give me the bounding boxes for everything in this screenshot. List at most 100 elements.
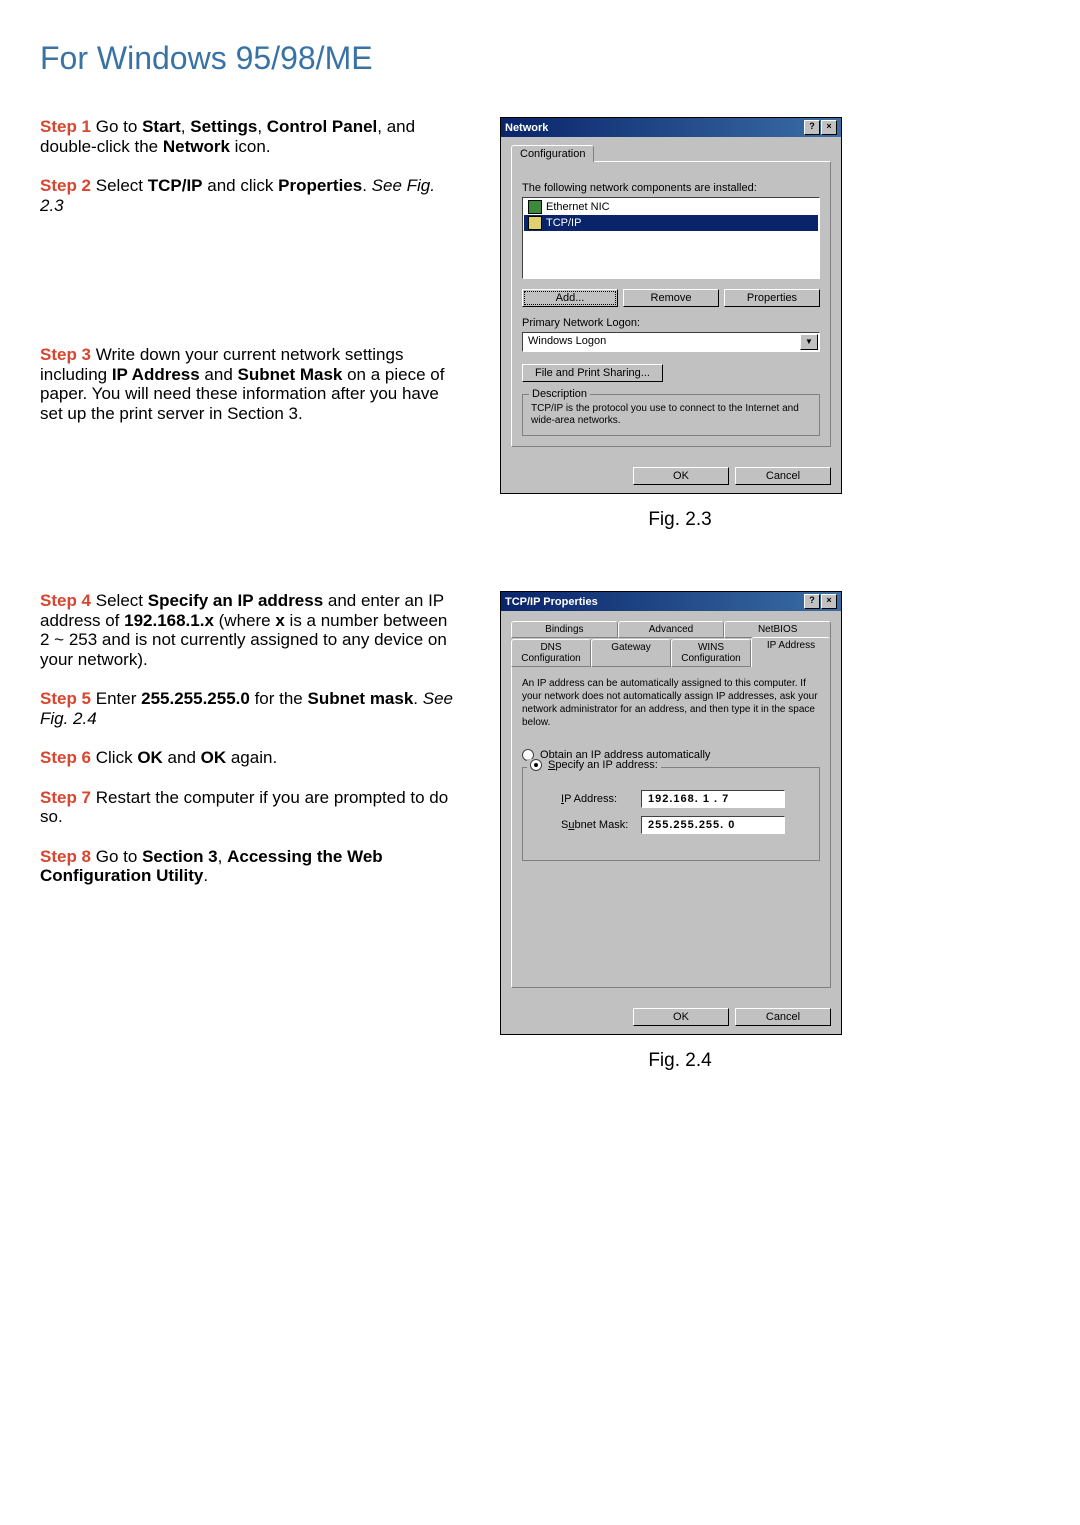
- specify-group: Specify an IP address: IP Address: 192.1…: [522, 767, 820, 861]
- network-dialog: Network ? × Configuration The following …: [500, 117, 842, 494]
- remove-button[interactable]: Remove: [623, 289, 719, 307]
- step-2: Step 2 Select TCP/IP and click Propertie…: [40, 176, 460, 215]
- b: TCP/IP: [148, 176, 203, 195]
- t: Select: [91, 176, 148, 195]
- section-top: Step 1 Go to Start, Settings, Control Pa…: [40, 117, 1040, 531]
- t: and click: [203, 176, 279, 195]
- t: Go to: [91, 117, 142, 136]
- file-print-sharing-button[interactable]: File and Print Sharing...: [522, 364, 663, 382]
- cancel-button[interactable]: Cancel: [735, 467, 831, 485]
- logon-value: Windows Logon: [524, 334, 800, 350]
- b: Start: [142, 117, 181, 136]
- list-item[interactable]: TCP/IP: [524, 215, 818, 231]
- step-6: Step 6 Click OK and OK again.: [40, 748, 460, 768]
- t: Select: [91, 591, 148, 610]
- subnet-mask-label: Subnet Mask:: [561, 819, 631, 831]
- t: Restart the computer if you are prompted…: [40, 788, 448, 827]
- radio-icon: [530, 759, 542, 771]
- b: OK: [137, 748, 163, 767]
- step-5-label: Step 5: [40, 689, 91, 708]
- t: icon.: [230, 137, 271, 156]
- left-column-2: Step 4 Select Specify an IP address and …: [40, 591, 460, 1072]
- b: IP Address: [112, 365, 200, 384]
- t: .: [203, 866, 208, 885]
- tab-gateway[interactable]: Gateway: [591, 639, 671, 667]
- t: .: [362, 176, 371, 195]
- description-legend: Description: [529, 388, 590, 400]
- t: Enter: [91, 689, 141, 708]
- step-7-label: Step 7: [40, 788, 91, 807]
- right-column-1: Network ? × Configuration The following …: [500, 117, 860, 531]
- tcp-icon: [528, 216, 542, 230]
- description-group: Description TCP/IP is the protocol you u…: [522, 394, 820, 436]
- help-button[interactable]: ?: [804, 594, 820, 609]
- logon-label: Primary Network Logon:: [522, 317, 820, 329]
- close-button[interactable]: ×: [821, 594, 837, 609]
- description-text: TCP/IP is the protocol you use to connec…: [531, 403, 811, 427]
- subnet-mask-row: Subnet Mask: 255.255.255. 0: [561, 816, 811, 834]
- properties-button[interactable]: Properties: [724, 289, 820, 307]
- tcpip-dialog: TCP/IP Properties ? × Bindings Advanced …: [500, 591, 842, 1035]
- tab-dns[interactable]: DNS Configuration: [511, 639, 591, 667]
- step-3: Step 3 Write down your current network s…: [40, 345, 460, 423]
- b: Section 3: [142, 847, 218, 866]
- fig-2-4-caption: Fig. 2.4: [500, 1050, 860, 1072]
- close-button[interactable]: ×: [821, 120, 837, 135]
- ok-button[interactable]: OK: [633, 1008, 729, 1026]
- ip-blurb: An IP address can be automatically assig…: [522, 677, 820, 729]
- b: Properties: [278, 176, 362, 195]
- b: Subnet Mask: [238, 365, 343, 384]
- ip-address-input[interactable]: 192.168. 1 . 7: [641, 790, 785, 808]
- step-8: Step 8 Go to Section 3, Accessing the We…: [40, 847, 460, 886]
- step-7: Step 7 Restart the computer if you are p…: [40, 788, 460, 827]
- page-title: For Windows 95/98/ME: [40, 40, 1040, 77]
- step-5: Step 5 Enter 255.255.255.0 for the Subne…: [40, 689, 460, 728]
- t: .: [413, 689, 422, 708]
- t: and: [163, 748, 201, 767]
- dropdown-arrow-icon[interactable]: ▼: [800, 334, 818, 350]
- network-titlebar: Network ? ×: [501, 118, 841, 137]
- tab-bindings[interactable]: Bindings: [511, 621, 618, 638]
- b: Specify an IP address: [148, 591, 323, 610]
- ip-address-row: IP Address: 192.168. 1 . 7: [561, 790, 811, 808]
- right-column-2: TCP/IP Properties ? × Bindings Advanced …: [500, 591, 860, 1072]
- nic-icon: [528, 200, 542, 214]
- b: Settings: [190, 117, 257, 136]
- ok-button[interactable]: OK: [633, 467, 729, 485]
- t: for the: [250, 689, 308, 708]
- b: Control Panel: [267, 117, 378, 136]
- b: x: [275, 611, 284, 630]
- tab-ipaddress[interactable]: IP Address: [751, 637, 831, 667]
- t: ,: [218, 847, 227, 866]
- t: Go to: [91, 847, 142, 866]
- step-1: Step 1 Go to Start, Settings, Control Pa…: [40, 117, 460, 156]
- network-title: Network: [505, 122, 548, 134]
- tab-wins[interactable]: WINS Configuration: [671, 639, 751, 667]
- fig-2-3-caption: Fig. 2.3: [500, 509, 860, 531]
- logon-dropdown[interactable]: Windows Logon ▼: [522, 332, 820, 352]
- subnet-mask-input[interactable]: 255.255.255. 0: [641, 816, 785, 834]
- b: OK: [201, 748, 227, 767]
- help-button[interactable]: ?: [804, 120, 820, 135]
- step-2-label: Step 2: [40, 176, 91, 195]
- components-list[interactable]: Ethernet NIC TCP/IP: [522, 197, 820, 279]
- t: Click: [91, 748, 137, 767]
- list-item[interactable]: Ethernet NIC: [524, 199, 818, 215]
- section-bottom: Step 4 Select Specify an IP address and …: [40, 591, 1040, 1072]
- radio-specify[interactable]: Specify an IP address:: [527, 759, 661, 771]
- list-item-label: Ethernet NIC: [546, 201, 610, 213]
- tab-advanced[interactable]: Advanced: [618, 621, 725, 638]
- t: ,: [181, 117, 190, 136]
- step-8-label: Step 8: [40, 847, 91, 866]
- step-6-label: Step 6: [40, 748, 91, 767]
- step-3-label: Step 3: [40, 345, 91, 364]
- tab-netbios[interactable]: NetBIOS: [724, 621, 831, 638]
- cancel-button[interactable]: Cancel: [735, 1008, 831, 1026]
- tab-configuration[interactable]: Configuration: [511, 145, 594, 162]
- left-column-1: Step 1 Go to Start, Settings, Control Pa…: [40, 117, 460, 531]
- add-button[interactable]: Add...: [522, 289, 618, 307]
- t: (where: [214, 611, 275, 630]
- t: again.: [226, 748, 277, 767]
- tcpip-title: TCP/IP Properties: [505, 596, 598, 608]
- tcpip-titlebar: TCP/IP Properties ? ×: [501, 592, 841, 611]
